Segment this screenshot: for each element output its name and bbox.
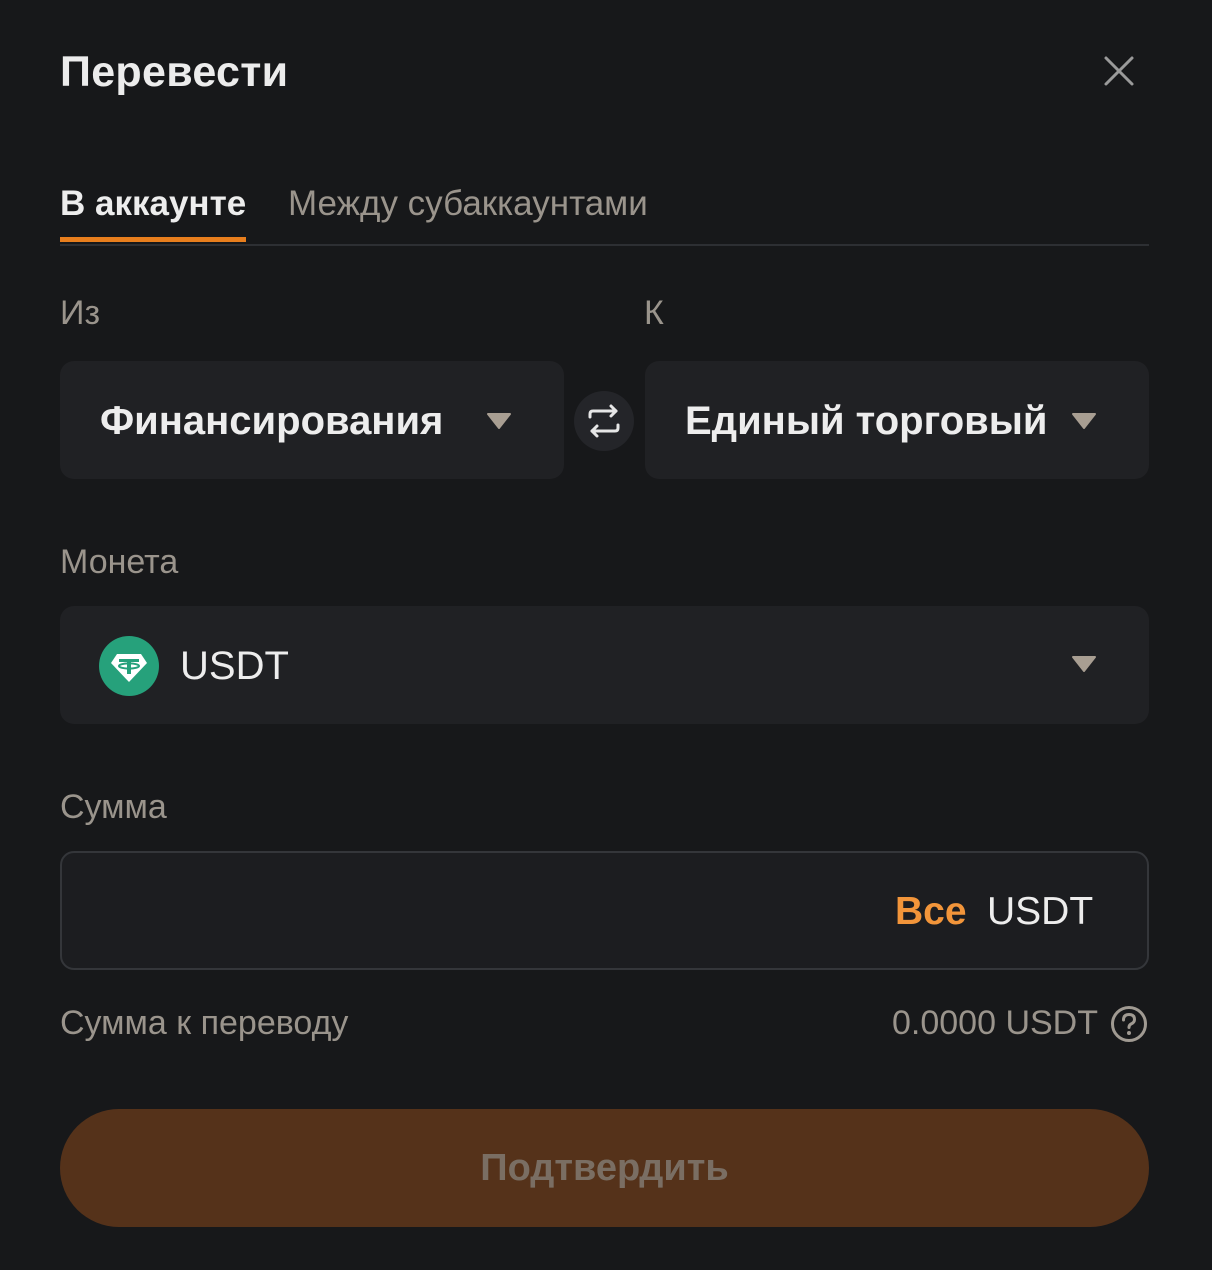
tab-in-account[interactable]: В аккаунте <box>60 184 247 242</box>
to-account-value: Единый торговый <box>685 399 1048 443</box>
dialog-title: Перевести <box>60 48 289 96</box>
transfer-amount-value: 0.0000 USDT <box>892 1004 1098 1042</box>
to-label: К <box>644 294 664 332</box>
from-account-select[interactable]: Финансирования <box>60 361 564 479</box>
from-label: Из <box>60 294 101 332</box>
swap-icon <box>588 404 620 438</box>
help-icon[interactable] <box>1109 1004 1149 1044</box>
transfer-dialog: Перевести В аккаунте Между субаккаунтами… <box>0 0 1212 1270</box>
max-amount-button[interactable]: Все <box>895 890 967 934</box>
to-account-select[interactable]: Единый торговый <box>645 361 1149 479</box>
coin-value: USDT <box>180 644 289 688</box>
transfer-amount-label: Сумма к переводу <box>60 1004 349 1042</box>
coin-select[interactable]: USDT <box>60 606 1149 724</box>
amount-field: Все USDT <box>60 851 1149 970</box>
chevron-down-icon <box>1070 654 1098 674</box>
amount-input[interactable] <box>82 873 866 950</box>
chevron-down-icon <box>485 411 513 431</box>
tab-between-subaccounts[interactable]: Между субаккаунтами <box>288 184 648 242</box>
amount-unit: USDT <box>987 890 1094 933</box>
coin-label: Монета <box>60 543 179 581</box>
from-account-value: Финансирования <box>100 399 444 443</box>
close-button[interactable] <box>1096 48 1142 94</box>
tether-icon <box>99 636 159 696</box>
chevron-down-icon <box>1070 411 1098 431</box>
confirm-button[interactable]: Подтвердить <box>60 1109 1149 1227</box>
transfer-tabs: В аккаунте Между субаккаунтами <box>60 178 1149 246</box>
close-icon <box>1104 56 1134 86</box>
swap-accounts-button[interactable] <box>574 391 634 451</box>
amount-label: Сумма <box>60 788 167 826</box>
